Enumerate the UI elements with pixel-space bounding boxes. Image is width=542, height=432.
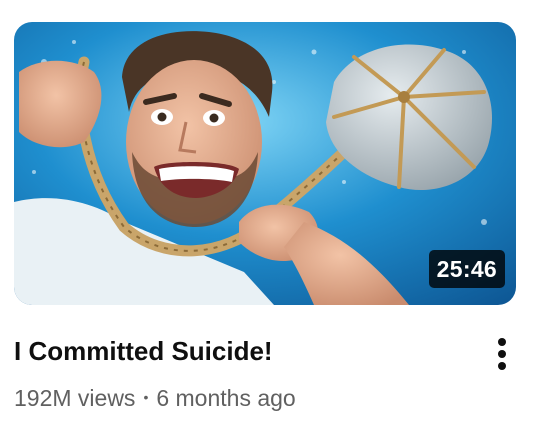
- duration-badge: 25:46: [428, 250, 505, 288]
- menu-dot: [498, 338, 506, 346]
- menu-dot: [498, 350, 506, 358]
- menu-dot: [498, 362, 506, 370]
- upload-age: 6 months ago: [156, 385, 296, 411]
- more-vert-icon[interactable]: [488, 332, 516, 376]
- video-metadata: 192M views • 6 months ago: [14, 382, 296, 417]
- video-card: 25:46 I Committed Suicide! 192M views • 6 …: [0, 0, 542, 432]
- view-count: 192M views: [14, 385, 136, 411]
- video-thumbnail[interactable]: 25:46: [14, 22, 516, 305]
- meta-separator: •: [143, 389, 149, 405]
- video-title[interactable]: I Committed Suicide!: [14, 334, 273, 368]
